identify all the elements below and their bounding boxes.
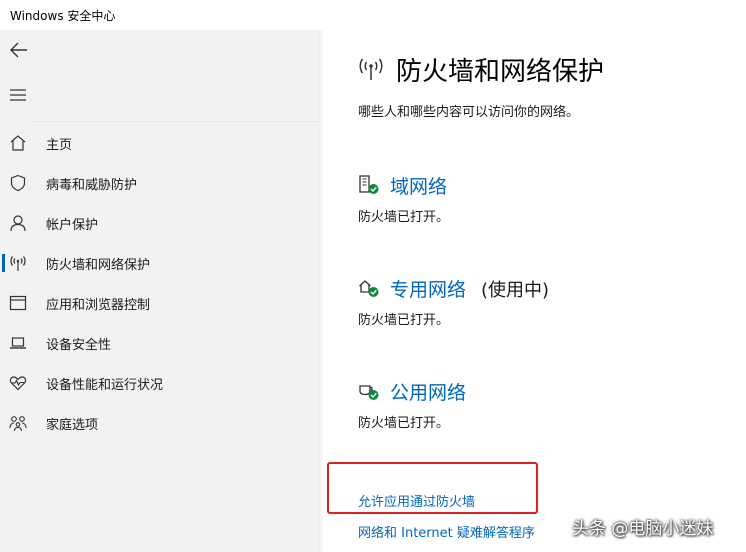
sidebar-item-virus-protection[interactable]: 病毒和威胁防护 [0,163,318,203]
sidebar-item-label: 病毒和威胁防护 [46,178,138,193]
page-subtitle: 哪些人和哪些内容可以访问你的网络。 [358,105,580,120]
page-title: 防火墙和网络保护 [396,57,605,87]
sidebar-item-label: 家庭选项 [46,418,99,433]
person-icon [10,215,26,232]
private-home-network-icon [359,280,379,297]
sidebar-item-home[interactable]: 主页 [0,123,318,163]
heart-pulse-icon [9,376,27,391]
hamburger-menu-icon [10,89,26,101]
sidebar-item-firewall[interactable]: 防火墙和网络保护 [0,243,318,283]
allow-app-through-firewall-link[interactable]: 允许应用通过防火墙 [358,491,475,510]
sidebar-item-family-options[interactable]: 家庭选项 [0,403,318,443]
network-troubleshooter-link[interactable]: 网络和 Internet 疑难解答程序 [358,522,535,541]
wireless-antenna-icon [10,256,26,271]
watermark: 头条 @电脑小迷妹 [572,519,714,539]
back-button[interactable] [8,39,30,61]
sidebar-item-label: 设备安全性 [46,338,112,353]
shield-icon [10,174,26,192]
domain-network-status: 防火墙已打开。 [358,210,450,225]
sidebar-item-label: 帐户保护 [46,218,99,233]
sidebar-item-label: 应用和浏览器控制 [46,298,151,313]
public-network-link[interactable]: 公用网络 [390,378,466,405]
sidebar-separator [34,121,318,122]
private-network-status: 防火墙已打开。 [358,313,450,328]
home-icon [10,135,26,151]
sidebar-item-label: 设备性能和运行状况 [46,378,164,393]
private-network-link[interactable]: 专用网络 [390,275,466,302]
family-icon [9,416,27,432]
laptop-icon [10,337,26,349]
title-bar: Windows 安全中心 [0,0,746,30]
window-title: Windows 安全中心 [10,9,116,23]
menu-button[interactable] [8,84,30,106]
wireless-antenna-icon [359,58,383,80]
back-arrow-icon [10,42,27,58]
public-coffee-network-icon [359,385,379,400]
browser-window-icon [9,295,27,311]
public-network-status: 防火墙已打开。 [358,416,450,431]
sidebar-item-device-security[interactable]: 设备安全性 [0,323,318,363]
private-network-in-use-label: (使用中) [481,280,550,301]
sidebar-item-account-protection[interactable]: 帐户保护 [0,203,318,243]
sidebar-item-device-performance[interactable]: 设备性能和运行状况 [0,363,318,403]
sidebar-item-app-browser-control[interactable]: 应用和浏览器控制 [0,283,318,323]
sidebar-item-label: 防火墙和网络保护 [46,258,151,273]
sidebar-item-label: 主页 [46,138,73,153]
domain-building-icon [359,175,379,194]
domain-network-link[interactable]: 域网络 [390,172,447,199]
